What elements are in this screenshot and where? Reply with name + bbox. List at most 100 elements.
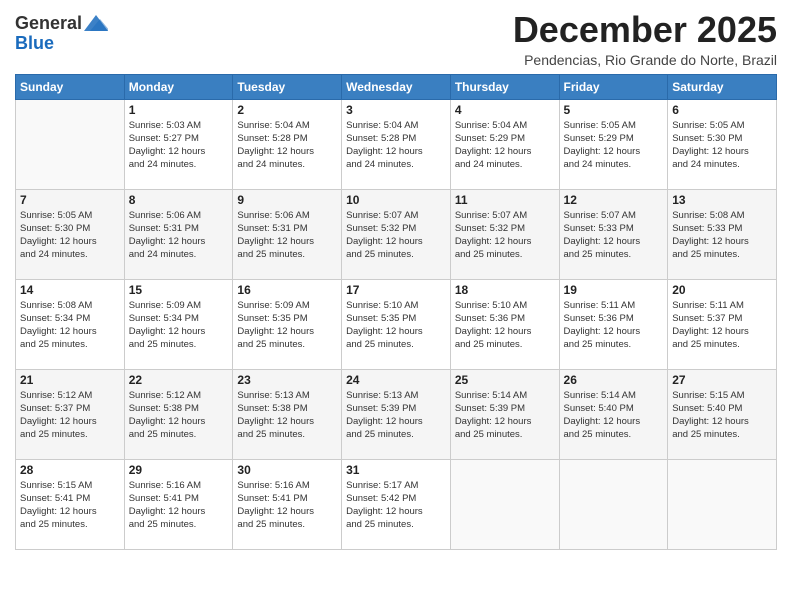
day-number: 5 xyxy=(564,103,664,117)
calendar-day-cell: 20 Sunrise: 5:11 AMSunset: 5:37 PMDayligh… xyxy=(668,279,777,369)
calendar-day-cell: 24 Sunrise: 5:13 AMSunset: 5:39 PMDayligh… xyxy=(342,369,451,459)
calendar-header-monday: Monday xyxy=(124,74,233,99)
day-info: Sunrise: 5:05 AMSunset: 5:29 PMDaylight:… xyxy=(564,119,664,172)
day-info: Sunrise: 5:10 AMSunset: 5:35 PMDaylight:… xyxy=(346,299,446,352)
day-info: Sunrise: 5:07 AMSunset: 5:33 PMDaylight:… xyxy=(564,209,664,262)
day-info: Sunrise: 5:09 AMSunset: 5:35 PMDaylight:… xyxy=(237,299,337,352)
calendar-day-cell xyxy=(16,99,125,189)
calendar-header-wednesday: Wednesday xyxy=(342,74,451,99)
day-number: 12 xyxy=(564,193,664,207)
day-number: 21 xyxy=(20,373,120,387)
day-info: Sunrise: 5:10 AMSunset: 5:36 PMDaylight:… xyxy=(455,299,555,352)
day-number: 13 xyxy=(672,193,772,207)
calendar-day-cell: 13 Sunrise: 5:08 AMSunset: 5:33 PMDayligh… xyxy=(668,189,777,279)
logo-icon xyxy=(84,13,108,33)
calendar-day-cell: 28Sunrise: 5:15 AMSunset: 5:41 PMDayligh… xyxy=(16,459,125,549)
title-section: December 2025 Pendencias, Rio Grande do … xyxy=(513,10,777,68)
day-info: Sunrise: 5:16 AMSunset: 5:41 PMDaylight:… xyxy=(129,479,229,532)
day-info: Sunrise: 5:17 AMSunset: 5:42 PMDaylight:… xyxy=(346,479,446,532)
calendar-day-cell: 14Sunrise: 5:08 AMSunset: 5:34 PMDayligh… xyxy=(16,279,125,369)
day-info: Sunrise: 5:13 AMSunset: 5:38 PMDaylight:… xyxy=(237,389,337,442)
calendar-day-cell: 12 Sunrise: 5:07 AMSunset: 5:33 PMDayligh… xyxy=(559,189,668,279)
calendar-header-friday: Friday xyxy=(559,74,668,99)
day-number: 26 xyxy=(564,373,664,387)
calendar-header-tuesday: Tuesday xyxy=(233,74,342,99)
calendar-day-cell: 6Sunrise: 5:05 AMSunset: 5:30 PMDaylight… xyxy=(668,99,777,189)
month-title: December 2025 xyxy=(513,10,777,50)
day-number: 1 xyxy=(129,103,229,117)
calendar-day-cell: 16 Sunrise: 5:09 AMSunset: 5:35 PMDayligh… xyxy=(233,279,342,369)
day-number: 24 xyxy=(346,373,446,387)
day-number: 4 xyxy=(455,103,555,117)
day-number: 28 xyxy=(20,463,120,477)
calendar-day-cell xyxy=(559,459,668,549)
day-info: Sunrise: 5:06 AMSunset: 5:31 PMDaylight:… xyxy=(237,209,337,262)
day-info: Sunrise: 5:04 AMSunset: 5:28 PMDaylight:… xyxy=(237,119,337,172)
day-info: Sunrise: 5:08 AMSunset: 5:33 PMDaylight:… xyxy=(672,209,772,262)
calendar-day-cell: 31Sunrise: 5:17 AMSunset: 5:42 PMDayligh… xyxy=(342,459,451,549)
calendar-day-cell: 25Sunrise: 5:14 AMSunset: 5:39 PMDayligh… xyxy=(450,369,559,459)
day-number: 9 xyxy=(237,193,337,207)
calendar-day-cell: 10 Sunrise: 5:07 AMSunset: 5:32 PMDayligh… xyxy=(342,189,451,279)
calendar-day-cell: 5 Sunrise: 5:05 AMSunset: 5:29 PMDaylight… xyxy=(559,99,668,189)
day-info: Sunrise: 5:08 AMSunset: 5:34 PMDaylight:… xyxy=(20,299,120,352)
calendar-day-cell: 23 Sunrise: 5:13 AMSunset: 5:38 PMDayligh… xyxy=(233,369,342,459)
day-number: 23 xyxy=(237,373,337,387)
calendar-day-cell: 7 Sunrise: 5:05 AMSunset: 5:30 PMDaylight… xyxy=(16,189,125,279)
day-info: Sunrise: 5:11 AMSunset: 5:37 PMDaylight:… xyxy=(672,299,772,352)
calendar-header-sunday: Sunday xyxy=(16,74,125,99)
day-info: Sunrise: 5:07 AMSunset: 5:32 PMDaylight:… xyxy=(346,209,446,262)
day-number: 27 xyxy=(672,373,772,387)
day-number: 2 xyxy=(237,103,337,117)
calendar-day-cell: 3Sunrise: 5:04 AMSunset: 5:28 PMDaylight… xyxy=(342,99,451,189)
day-number: 15 xyxy=(129,283,229,297)
calendar-day-cell: 9 Sunrise: 5:06 AMSunset: 5:31 PMDaylight… xyxy=(233,189,342,279)
calendar-day-cell: 1 Sunrise: 5:03 AMSunset: 5:27 PMDaylight… xyxy=(124,99,233,189)
day-number: 30 xyxy=(237,463,337,477)
calendar-day-cell: 2 Sunrise: 5:04 AMSunset: 5:28 PMDaylight… xyxy=(233,99,342,189)
calendar-day-cell: 30 Sunrise: 5:16 AMSunset: 5:41 PMDayligh… xyxy=(233,459,342,549)
calendar-day-cell: 4 Sunrise: 5:04 AMSunset: 5:29 PMDaylight… xyxy=(450,99,559,189)
day-number: 20 xyxy=(672,283,772,297)
calendar-day-cell: 22 Sunrise: 5:12 AMSunset: 5:38 PMDayligh… xyxy=(124,369,233,459)
day-number: 22 xyxy=(129,373,229,387)
logo-general-text: General xyxy=(15,14,82,34)
day-number: 3 xyxy=(346,103,446,117)
calendar-week-row: 1 Sunrise: 5:03 AMSunset: 5:27 PMDaylight… xyxy=(16,99,777,189)
day-info: Sunrise: 5:11 AMSunset: 5:36 PMDaylight:… xyxy=(564,299,664,352)
day-number: 10 xyxy=(346,193,446,207)
calendar-day-cell xyxy=(450,459,559,549)
day-number: 19 xyxy=(564,283,664,297)
day-info: Sunrise: 5:04 AMSunset: 5:29 PMDaylight:… xyxy=(455,119,555,172)
day-info: Sunrise: 5:14 AMSunset: 5:39 PMDaylight:… xyxy=(455,389,555,442)
calendar-week-row: 14Sunrise: 5:08 AMSunset: 5:34 PMDayligh… xyxy=(16,279,777,369)
logo-blue-text: Blue xyxy=(15,34,108,54)
day-info: Sunrise: 5:09 AMSunset: 5:34 PMDaylight:… xyxy=(129,299,229,352)
day-number: 11 xyxy=(455,193,555,207)
calendar-day-cell: 21 Sunrise: 5:12 AMSunset: 5:37 PMDayligh… xyxy=(16,369,125,459)
calendar-week-row: 7 Sunrise: 5:05 AMSunset: 5:30 PMDaylight… xyxy=(16,189,777,279)
calendar-day-cell xyxy=(668,459,777,549)
calendar-day-cell: 19 Sunrise: 5:11 AMSunset: 5:36 PMDayligh… xyxy=(559,279,668,369)
calendar-day-cell: 15 Sunrise: 5:09 AMSunset: 5:34 PMDayligh… xyxy=(124,279,233,369)
header: General Blue December 2025 Pendencias, R… xyxy=(15,10,777,68)
day-number: 7 xyxy=(20,193,120,207)
day-info: Sunrise: 5:16 AMSunset: 5:41 PMDaylight:… xyxy=(237,479,337,532)
day-number: 17 xyxy=(346,283,446,297)
day-info: Sunrise: 5:14 AMSunset: 5:40 PMDaylight:… xyxy=(564,389,664,442)
calendar-header-saturday: Saturday xyxy=(668,74,777,99)
day-info: Sunrise: 5:05 AMSunset: 5:30 PMDaylight:… xyxy=(20,209,120,262)
day-info: Sunrise: 5:12 AMSunset: 5:38 PMDaylight:… xyxy=(129,389,229,442)
day-number: 16 xyxy=(237,283,337,297)
day-number: 8 xyxy=(129,193,229,207)
day-number: 18 xyxy=(455,283,555,297)
day-info: Sunrise: 5:03 AMSunset: 5:27 PMDaylight:… xyxy=(129,119,229,172)
day-info: Sunrise: 5:06 AMSunset: 5:31 PMDaylight:… xyxy=(129,209,229,262)
calendar-week-row: 28Sunrise: 5:15 AMSunset: 5:41 PMDayligh… xyxy=(16,459,777,549)
subtitle: Pendencias, Rio Grande do Norte, Brazil xyxy=(513,52,777,68)
day-info: Sunrise: 5:13 AMSunset: 5:39 PMDaylight:… xyxy=(346,389,446,442)
calendar-day-cell: 17 Sunrise: 5:10 AMSunset: 5:35 PMDayligh… xyxy=(342,279,451,369)
day-info: Sunrise: 5:15 AMSunset: 5:40 PMDaylight:… xyxy=(672,389,772,442)
calendar-day-cell: 11Sunrise: 5:07 AMSunset: 5:32 PMDayligh… xyxy=(450,189,559,279)
day-info: Sunrise: 5:12 AMSunset: 5:37 PMDaylight:… xyxy=(20,389,120,442)
